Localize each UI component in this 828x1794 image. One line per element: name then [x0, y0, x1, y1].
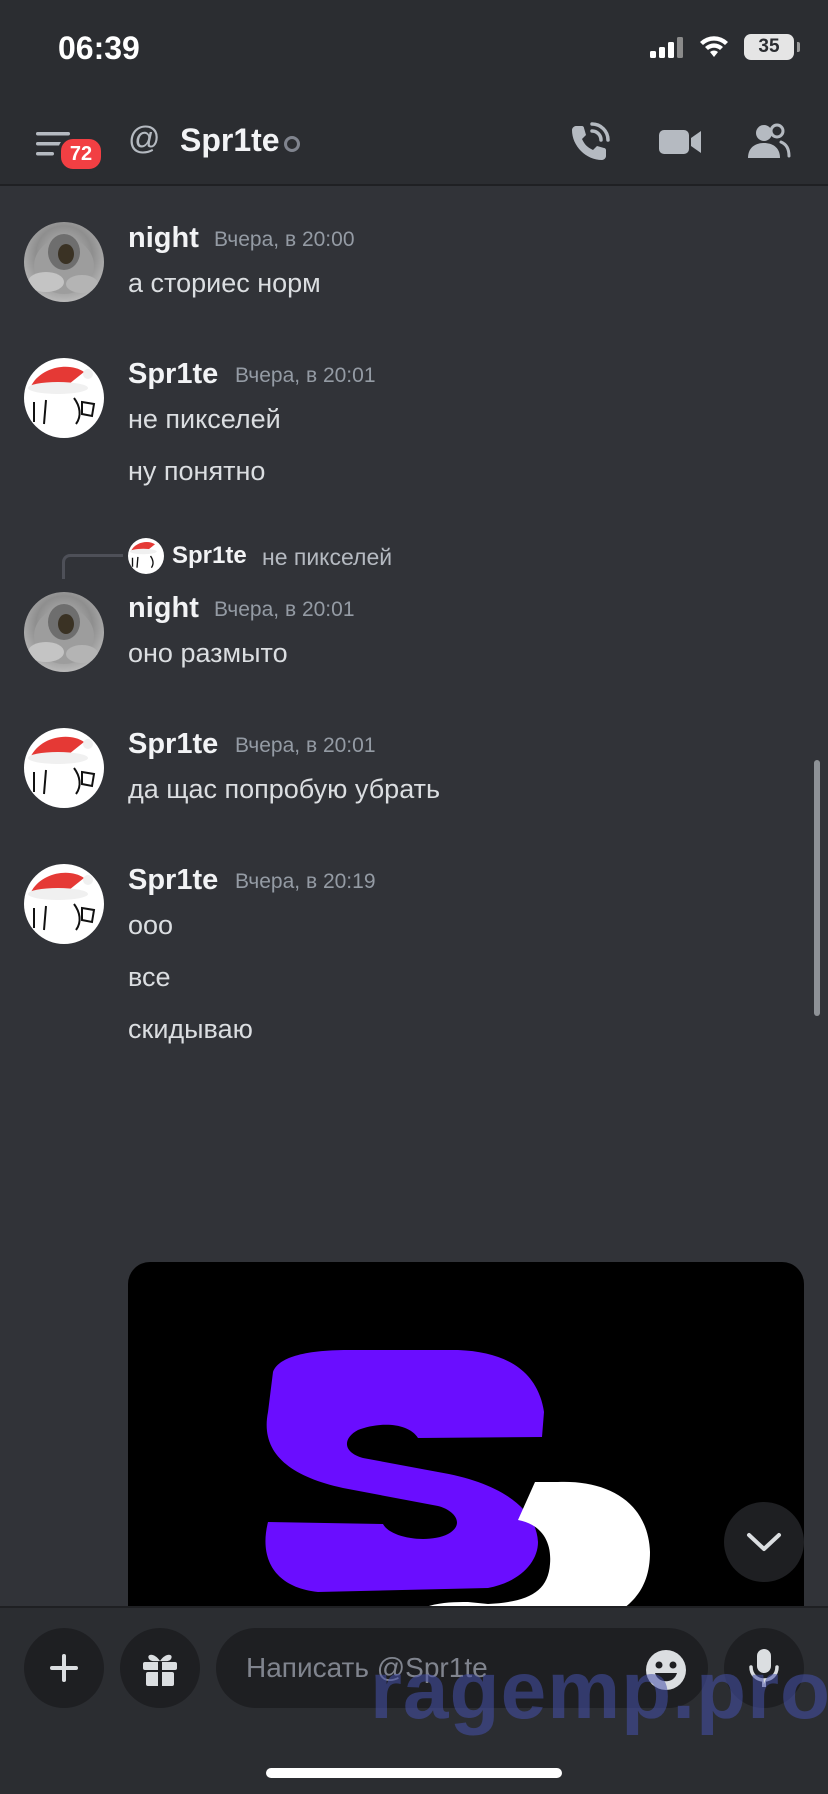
santa-hat-doodle-image: [28, 736, 96, 795]
image-attachment[interactable]: [128, 1262, 804, 1606]
hooded-figure-image: [28, 604, 98, 664]
call-icon[interactable]: [566, 118, 614, 166]
avatar[interactable]: [24, 592, 104, 672]
status-icons: 35: [650, 34, 800, 60]
message-text: оно размыто: [128, 638, 288, 668]
message-composer: ragemp.pro: [0, 1606, 828, 1794]
voice-message-button[interactable]: [724, 1628, 804, 1708]
message-author[interactable]: Spr1te: [128, 864, 218, 897]
message-author[interactable]: night: [128, 592, 199, 625]
gift-icon: [143, 1654, 177, 1686]
channel-title[interactable]: Spr1te: [180, 122, 280, 159]
avatar[interactable]: [24, 864, 104, 944]
battery-indicator: 35: [744, 34, 800, 60]
offline-status-icon: [284, 136, 300, 152]
hooded-figure-image: [28, 234, 98, 294]
channel-header: 72 @ Spr1te: [0, 100, 828, 186]
santa-hat-doodle-image: [28, 366, 96, 425]
plus-icon: [50, 1654, 78, 1682]
attach-button[interactable]: [24, 1628, 104, 1708]
video-icon[interactable]: [656, 118, 704, 166]
avatar[interactable]: [24, 358, 104, 438]
message-text: ооо: [128, 910, 174, 940]
emoji-icon[interactable]: [644, 1648, 688, 1692]
message-text: ну понятно: [128, 456, 266, 486]
message-input[interactable]: [216, 1628, 708, 1708]
sr-logo-image: [265, 1350, 650, 1606]
status-time: 06:39: [58, 30, 140, 66]
at-icon: @: [128, 120, 161, 156]
mic-icon: [749, 1649, 779, 1687]
wifi-icon: [700, 36, 728, 57]
message-text: не пикселей: [128, 404, 281, 434]
message-author[interactable]: Spr1te: [128, 728, 218, 761]
notification-badge: 72: [58, 136, 104, 172]
home-indicator[interactable]: [266, 1768, 562, 1778]
message-text: да щас попробую убрать: [128, 774, 441, 804]
message-timestamp: Вчера, в 20:19: [235, 870, 376, 893]
avatar[interactable]: [24, 728, 104, 808]
message-list[interactable]: night Вчера, в 20:00 а сториес норм Spr1…: [0, 186, 828, 1606]
reply-text: не пикселей: [262, 544, 393, 570]
signal-icon: [650, 37, 683, 58]
message-author[interactable]: Spr1te: [128, 358, 218, 391]
reply-avatar: [128, 538, 164, 574]
message-timestamp: Вчера, в 20:00: [214, 228, 355, 251]
members-icon[interactable]: [744, 118, 792, 166]
message-timestamp: Вчера, в 20:01: [235, 364, 376, 387]
reply-author: Spr1te: [172, 542, 247, 569]
reply-connector: [62, 554, 123, 579]
message-text: скидываю: [128, 1014, 253, 1044]
message-author[interactable]: night: [128, 222, 199, 255]
avatar[interactable]: [24, 222, 104, 302]
message-text: все: [128, 962, 171, 992]
scrollbar[interactable]: [814, 760, 820, 1016]
chevron-down-icon: [747, 1533, 781, 1551]
message-timestamp: Вчера, в 20:01: [235, 734, 376, 757]
jump-to-latest-button[interactable]: [724, 1502, 804, 1582]
gift-button[interactable]: [120, 1628, 200, 1708]
message-text: а сториес норм: [128, 268, 321, 298]
status-bar: 06:39 35: [0, 0, 828, 100]
menu-button[interactable]: 72: [34, 122, 104, 172]
santa-hat-doodle-image: [28, 872, 96, 931]
santa-hat-doodle-image: [129, 541, 157, 569]
message-timestamp: Вчера, в 20:01: [214, 598, 355, 621]
